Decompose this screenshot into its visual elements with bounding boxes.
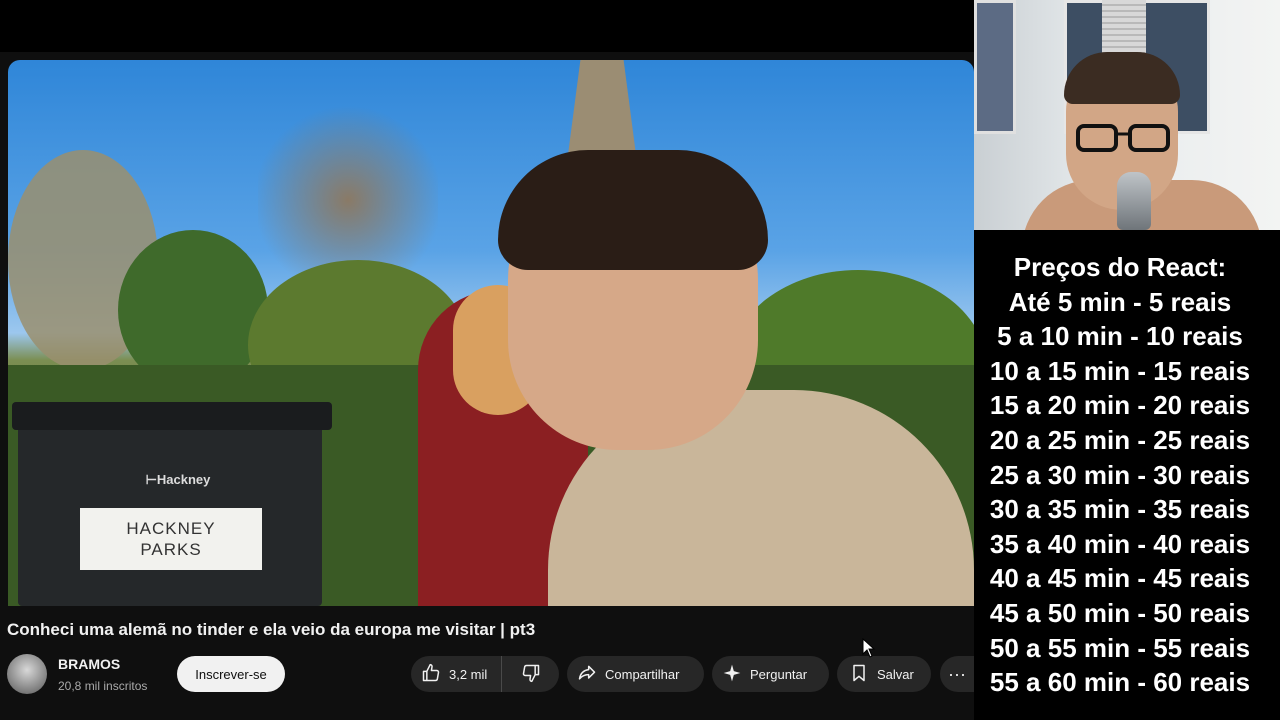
waste-bin [18, 405, 322, 606]
video-title: Conheci uma alemã no tinder e ela veio d… [7, 620, 536, 639]
thumbs-up-icon [421, 663, 441, 686]
like-dislike-group: 3,2 mil [411, 656, 559, 692]
price-row: 50 a 55 min - 55 reais [989, 632, 1251, 663]
share-arrow-icon [577, 663, 597, 686]
price-row: 15 a 20 min - 20 reais [989, 390, 1251, 421]
streamer-hair [1064, 52, 1180, 104]
ask-label: Perguntar [750, 666, 808, 682]
share-label: Compartilhar [605, 666, 680, 682]
price-row: 5 a 10 min - 10 reais [997, 321, 1243, 352]
price-row: 40 a 45 min - 45 reais [989, 563, 1251, 594]
price-row: 45 a 50 min - 50 reais [989, 597, 1251, 628]
subscriber-count: 20,8 mil inscritos [58, 679, 148, 693]
price-row: Até 5 min - 5 reais [1008, 286, 1232, 317]
share-button[interactable]: Compartilhar [567, 656, 704, 692]
price-list: Preços do React: Até 5 min - 5 reais 5 a … [960, 250, 1280, 700]
waste-bin-lid [12, 402, 332, 430]
ask-button[interactable]: Perguntar [712, 656, 829, 692]
channel-avatar[interactable] [7, 654, 47, 694]
microphone [1117, 172, 1151, 230]
price-list-title: Preços do React: [1013, 252, 1227, 282]
window [974, 0, 1016, 134]
price-row: 20 a 25 min - 25 reais [989, 424, 1251, 455]
price-row: 25 a 30 min - 30 reais [989, 459, 1251, 490]
video-player[interactable]: ⊢Hackney HACKNEY PARKS [8, 60, 974, 606]
subscribe-button[interactable]: Inscrever-se [177, 656, 285, 692]
man-hair [498, 150, 768, 270]
thumbs-down-icon [521, 663, 541, 686]
glasses [1076, 124, 1170, 152]
price-row: 35 a 40 min - 40 reais [989, 528, 1251, 559]
like-count: 3,2 mil [449, 666, 488, 682]
bin-brand-text: ⊢Hackney [145, 472, 211, 487]
price-rows: Até 5 min - 5 reais 5 a 10 min - 10 reais… [960, 285, 1280, 700]
bookmark-icon [849, 663, 869, 686]
save-button[interactable]: Salvar [837, 656, 931, 692]
dislike-button[interactable] [502, 656, 559, 692]
price-row: 55 a 60 min - 60 reais [989, 667, 1251, 698]
price-row: 10 a 15 min - 15 reais [989, 355, 1251, 386]
like-button[interactable]: 3,2 mil [411, 656, 503, 692]
bin-sign: HACKNEY PARKS [80, 508, 262, 570]
webcam-overlay [974, 0, 1280, 230]
bin-sign-line: PARKS [140, 540, 202, 559]
sparkle-icon [722, 663, 742, 686]
save-label: Salvar [877, 666, 914, 682]
top-black-bar [0, 0, 974, 52]
bin-sign-line: HACKNEY [126, 519, 216, 538]
channel-name[interactable]: BRAMOS [58, 656, 120, 672]
mouse-cursor-icon [862, 638, 876, 658]
price-row: 30 a 35 min - 35 reais [989, 494, 1251, 525]
